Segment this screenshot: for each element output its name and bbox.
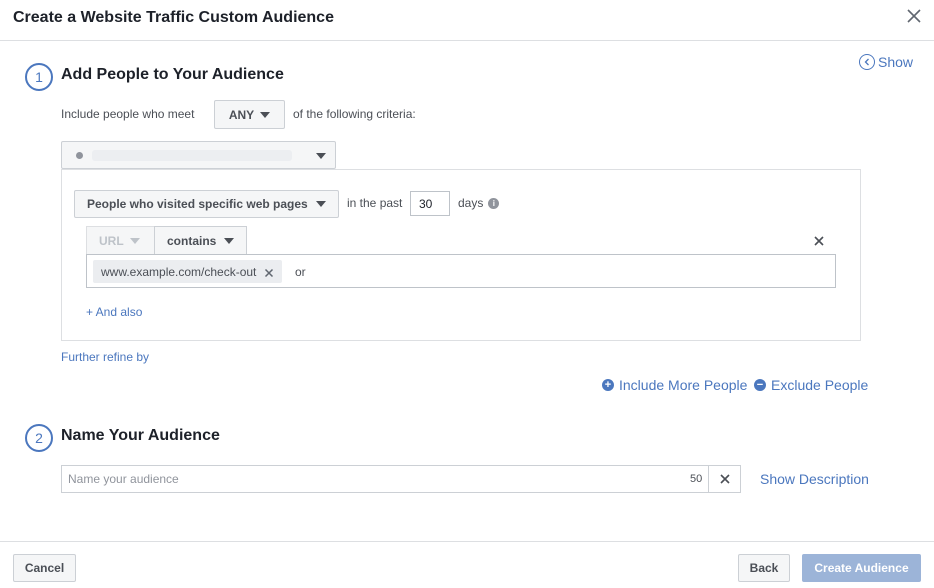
- step-number-2: 2: [25, 424, 53, 452]
- url-token-label: www.example.com/check-out: [101, 264, 257, 279]
- url-field-dropdown: URL: [86, 226, 155, 255]
- operator-value: contains: [167, 233, 217, 248]
- url-token-input[interactable]: www.example.com/check-out or: [86, 254, 836, 288]
- create-audience-button[interactable]: Create Audience: [802, 554, 921, 582]
- include-more-people-button[interactable]: + Include More People: [602, 377, 747, 393]
- info-icon[interactable]: i: [488, 197, 500, 209]
- show-description-link[interactable]: Show Description: [760, 471, 869, 487]
- show-label: Show: [878, 54, 914, 70]
- chevron-left-icon: [859, 54, 875, 70]
- days-label-group: days i: [458, 196, 500, 210]
- pixel-name-redacted: [92, 150, 292, 161]
- url-token: www.example.com/check-out: [93, 260, 283, 283]
- clear-name-icon[interactable]: [708, 466, 741, 492]
- dialog-title: Create a Website Traffic Custom Audience: [13, 9, 334, 26]
- retention-days-input[interactable]: [410, 191, 450, 216]
- event-type-dropdown[interactable]: People who visited specific web pages: [74, 190, 339, 218]
- remove-rule-icon[interactable]: [812, 234, 826, 248]
- exclude-people-button[interactable]: − Exclude People: [754, 377, 868, 393]
- caret-down-icon: [315, 201, 326, 207]
- pixel-source-dropdown[interactable]: [61, 141, 336, 169]
- step-number-1: 1: [25, 63, 53, 91]
- caret-down-icon: [129, 237, 140, 244]
- cancel-button[interactable]: Cancel: [13, 554, 76, 582]
- in-the-past-label: in the past: [347, 196, 403, 210]
- dialog-footer: [0, 541, 934, 588]
- and-also-link[interactable]: + And also: [86, 305, 142, 319]
- close-icon[interactable]: [904, 6, 924, 26]
- include-more-label: Include More People: [619, 377, 748, 393]
- dialog-header: Create a Website Traffic Custom Audience: [0, 0, 934, 41]
- step-title-name-audience: Name Your Audience: [61, 427, 220, 444]
- pixel-status-dot: [76, 152, 83, 159]
- criteria-suffix: of the following criteria:: [293, 107, 416, 121]
- step-title-add-people: Add People to Your Audience: [61, 66, 284, 83]
- remove-token-icon[interactable]: [264, 267, 274, 277]
- url-field-value: URL: [99, 233, 124, 248]
- or-label: or: [295, 265, 306, 279]
- exclude-label: Exclude People: [771, 377, 869, 393]
- plus-circle-icon: +: [602, 379, 614, 391]
- minus-circle-icon: −: [754, 379, 766, 391]
- caret-down-icon: [316, 153, 326, 159]
- character-count: 50: [690, 473, 703, 485]
- audience-name-input[interactable]: [62, 466, 682, 492]
- criteria-prefix: Include people who meet: [61, 107, 195, 121]
- show-toggle-link[interactable]: Show: [859, 54, 913, 70]
- days-label: days: [458, 196, 484, 210]
- back-button[interactable]: Back: [738, 554, 790, 582]
- caret-down-icon: [224, 237, 235, 244]
- operator-dropdown[interactable]: contains: [154, 226, 247, 255]
- match-type-value: ANY: [228, 107, 255, 122]
- further-refine-link[interactable]: Further refine by: [61, 350, 149, 364]
- event-type-value: People who visited specific web pages: [87, 197, 308, 211]
- match-type-dropdown[interactable]: ANY: [214, 100, 285, 129]
- audience-name-field: 50: [61, 465, 741, 493]
- caret-down-icon: [260, 111, 271, 118]
